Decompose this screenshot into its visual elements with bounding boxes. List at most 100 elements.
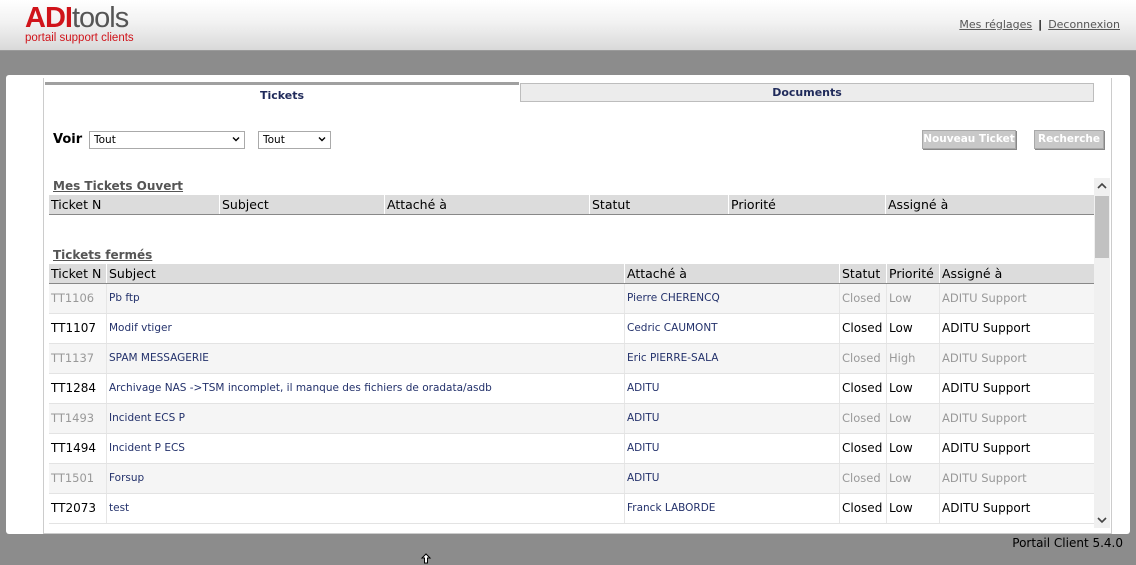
scroll-thumb[interactable] [1095,196,1109,258]
ticket-number: TT1493 [51,411,95,425]
table-row[interactable]: TT1106 Pb ftp Pierre CHERENCQ Closed Low ADIT… [49,284,1094,314]
app-header: ADItools portail support clients Mes rég… [0,0,1136,51]
ticket-number: TT1106 [51,291,95,305]
ticket-subject-link[interactable]: Forsup [106,464,624,493]
closed-tickets-title[interactable]: Tickets fermés [53,248,152,262]
settings-link[interactable]: Mes réglages [959,18,1032,31]
new-ticket-button[interactable]: Nouveau Ticket [922,130,1016,149]
table-row[interactable]: TT1501 Forsup ADITU Closed Low ADITU Support [49,464,1094,494]
link-separator: | [1038,18,1043,31]
voir-label: Voir [53,132,83,147]
ticket-assigned: ADITU Support [939,494,1094,523]
col-priority: Priorité [728,195,885,214]
ticket-subject-link[interactable]: Incident ECS P [106,404,624,433]
ticket-assigned: ADITU Support [939,284,1094,313]
logo-wordmark: ADItools [25,4,134,33]
col-attached: Attaché à [624,264,839,283]
col-status: Statut [839,264,886,283]
scroll-down-icon[interactable] [1094,512,1110,528]
ticket-attached-link[interactable]: Franck LABORDE [624,494,839,523]
tab-documents[interactable]: Documents [520,83,1094,102]
ticket-priority: Low [886,314,939,343]
ticket-priority: Low [886,494,939,523]
tab-tickets[interactable]: Tickets [45,82,519,107]
filter-select-2-value: Tout [263,134,285,146]
filter-select-2[interactable]: Tout [258,131,331,149]
ticket-priority: Low [886,434,939,463]
col-priority: Priorité [886,264,939,283]
ticket-attached-link[interactable]: Pierre CHERENCQ [624,284,839,313]
table-row[interactable]: TT1494 Incident P ECS ADITU Closed Low ADITU … [49,434,1094,464]
table-row[interactable]: TT2073 test Franck LABORDE Closed Low ADITU S… [49,494,1094,524]
col-status: Statut [589,195,728,214]
ticket-priority: Low [886,404,939,433]
ticket-status: Closed [839,284,886,313]
open-tickets-header: Ticket N Subject Attaché à Statut Priori… [49,195,1094,215]
ticket-status: Closed [839,494,886,523]
table-row[interactable]: TT1107 Modif vtiger Cedric CAUMONT Closed Lo… [49,314,1094,344]
ticket-priority: Low [886,374,939,403]
chevron-down-icon [318,137,326,142]
version-label: Portail Client 5.4.0 [1012,536,1123,550]
col-ticket-n: Ticket N [51,266,102,281]
table-row[interactable]: TT1284 Archivage NAS ->TSM incomplet, il … [49,374,1094,404]
ticket-status: Closed [839,404,886,433]
ticket-status: Closed [839,344,886,373]
logo-adi: ADI [25,2,73,34]
search-button[interactable]: Recherche [1034,130,1104,149]
ticket-assigned: ADITU Support [939,374,1094,403]
ticket-subject-link[interactable]: test [106,494,624,523]
closed-tickets-header: Ticket N Subject Attaché à Statut Priori… [49,264,1094,284]
logo-tagline: portail support clients [25,32,134,44]
mouse-cursor-icon [420,553,432,564]
col-attached: Attaché à [384,195,589,214]
ticket-attached-link[interactable]: ADITU [624,374,839,403]
filter-select-1-value: Tout [94,134,116,146]
ticket-subject-link[interactable]: Modif vtiger [106,314,624,343]
ticket-subject-link[interactable]: Pb ftp [106,284,624,313]
table-row[interactable]: TT1493 Incident ECS P ADITU Closed Low ADITU … [49,404,1094,434]
col-assigned: Assigné à [939,264,1094,283]
scroll-up-icon[interactable] [1094,178,1110,194]
ticket-subject-link[interactable]: SPAM MESSAGERIE [106,344,624,373]
tickets-list-area: Mes Tickets Ouvert Ticket N Subject Atta… [49,177,1094,529]
col-ticket-n: Ticket N [51,197,102,212]
ticket-assigned: ADITU Support [939,404,1094,433]
aditools-logo[interactable]: ADItools portail support clients [25,4,134,45]
ticket-assigned: ADITU Support [939,344,1094,373]
filter-select-1[interactable]: Tout [89,131,245,149]
ticket-number: TT1107 [51,321,96,335]
col-subject: Subject [106,264,624,283]
account-links: Mes réglages | Deconnexion [959,18,1120,31]
ticket-status: Closed [839,464,886,493]
list-scrollbar[interactable] [1094,178,1110,528]
open-tickets-title[interactable]: Mes Tickets Ouvert [53,179,183,193]
ticket-number: TT1494 [51,441,96,455]
ticket-attached-link[interactable]: Eric PIERRE-SALA [624,344,839,373]
ticket-status: Closed [839,314,886,343]
logout-link[interactable]: Deconnexion [1048,18,1120,31]
ticket-number: TT1501 [51,471,95,485]
col-subject: Subject [219,195,384,214]
ticket-attached-link[interactable]: ADITU [624,434,839,463]
ticket-attached-link[interactable]: Cedric CAUMONT [624,314,839,343]
ticket-status: Closed [839,434,886,463]
ticket-priority: Low [886,284,939,313]
ticket-assigned: ADITU Support [939,434,1094,463]
chevron-down-icon [232,137,240,142]
ticket-subject-link[interactable]: Incident P ECS [106,434,624,463]
content-frame: Tickets Documents Voir Tout Tout Nouveau… [6,75,1130,534]
ticket-subject-link[interactable]: Archivage NAS ->TSM incomplet, il manque… [106,374,624,403]
ticket-assigned: ADITU Support [939,314,1094,343]
ticket-attached-link[interactable]: ADITU [624,464,839,493]
ticket-number: TT1284 [51,381,96,395]
ticket-status: Closed [839,374,886,403]
ticket-priority: Low [886,464,939,493]
ticket-assigned: ADITU Support [939,464,1094,493]
col-assigned: Assigné à [885,195,1094,214]
ticket-number: TT1137 [51,351,95,365]
table-row[interactable]: TT1137 SPAM MESSAGERIE Eric PIERRE-SALA Clo… [49,344,1094,374]
ticket-priority: High [886,344,939,373]
ticket-attached-link[interactable]: ADITU [624,404,839,433]
ticket-number: TT2073 [51,501,96,515]
